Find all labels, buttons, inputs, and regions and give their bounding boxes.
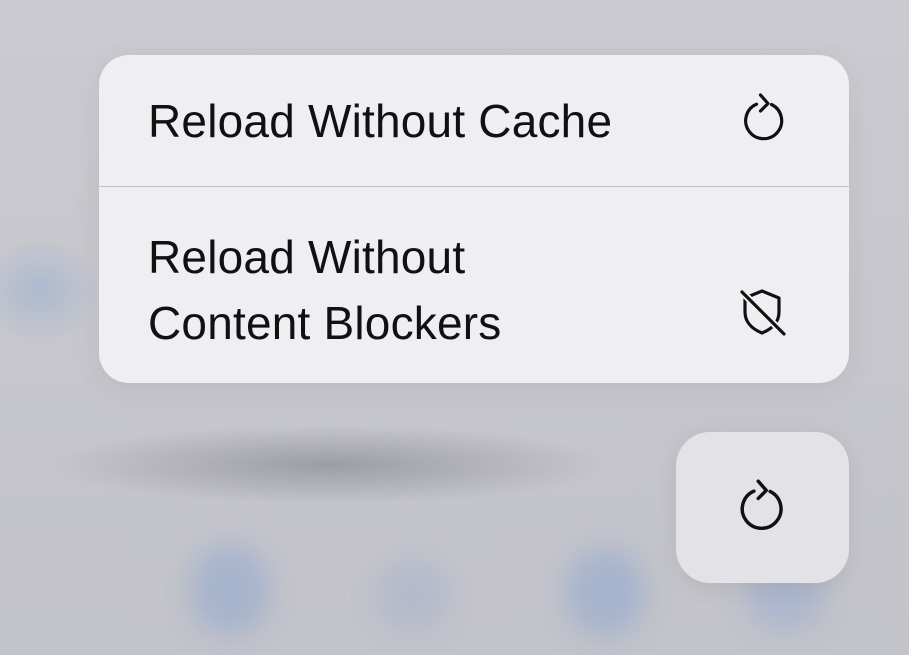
shield-slash-icon <box>738 288 788 338</box>
reload-icon <box>740 479 783 530</box>
menu-item-reload-without-cache[interactable]: Reload Without Cache <box>99 55 849 186</box>
blurred-toolbar-icon <box>190 545 270 635</box>
menu-item-label: Reload Without Cache <box>148 95 613 147</box>
reload-icon <box>744 93 784 141</box>
reload-context-menu: Reload Without Cache Reload Without Cont… <box>99 55 849 383</box>
menu-item-reload-without-content-blockers[interactable]: Reload Without Content Blockers <box>99 187 849 383</box>
menu-item-label: Reload Without Content Blockers <box>148 231 502 349</box>
blurred-toolbar-icon <box>565 548 645 636</box>
reload-button[interactable] <box>676 432 849 583</box>
blurred-toolbar-icon <box>375 560 450 630</box>
